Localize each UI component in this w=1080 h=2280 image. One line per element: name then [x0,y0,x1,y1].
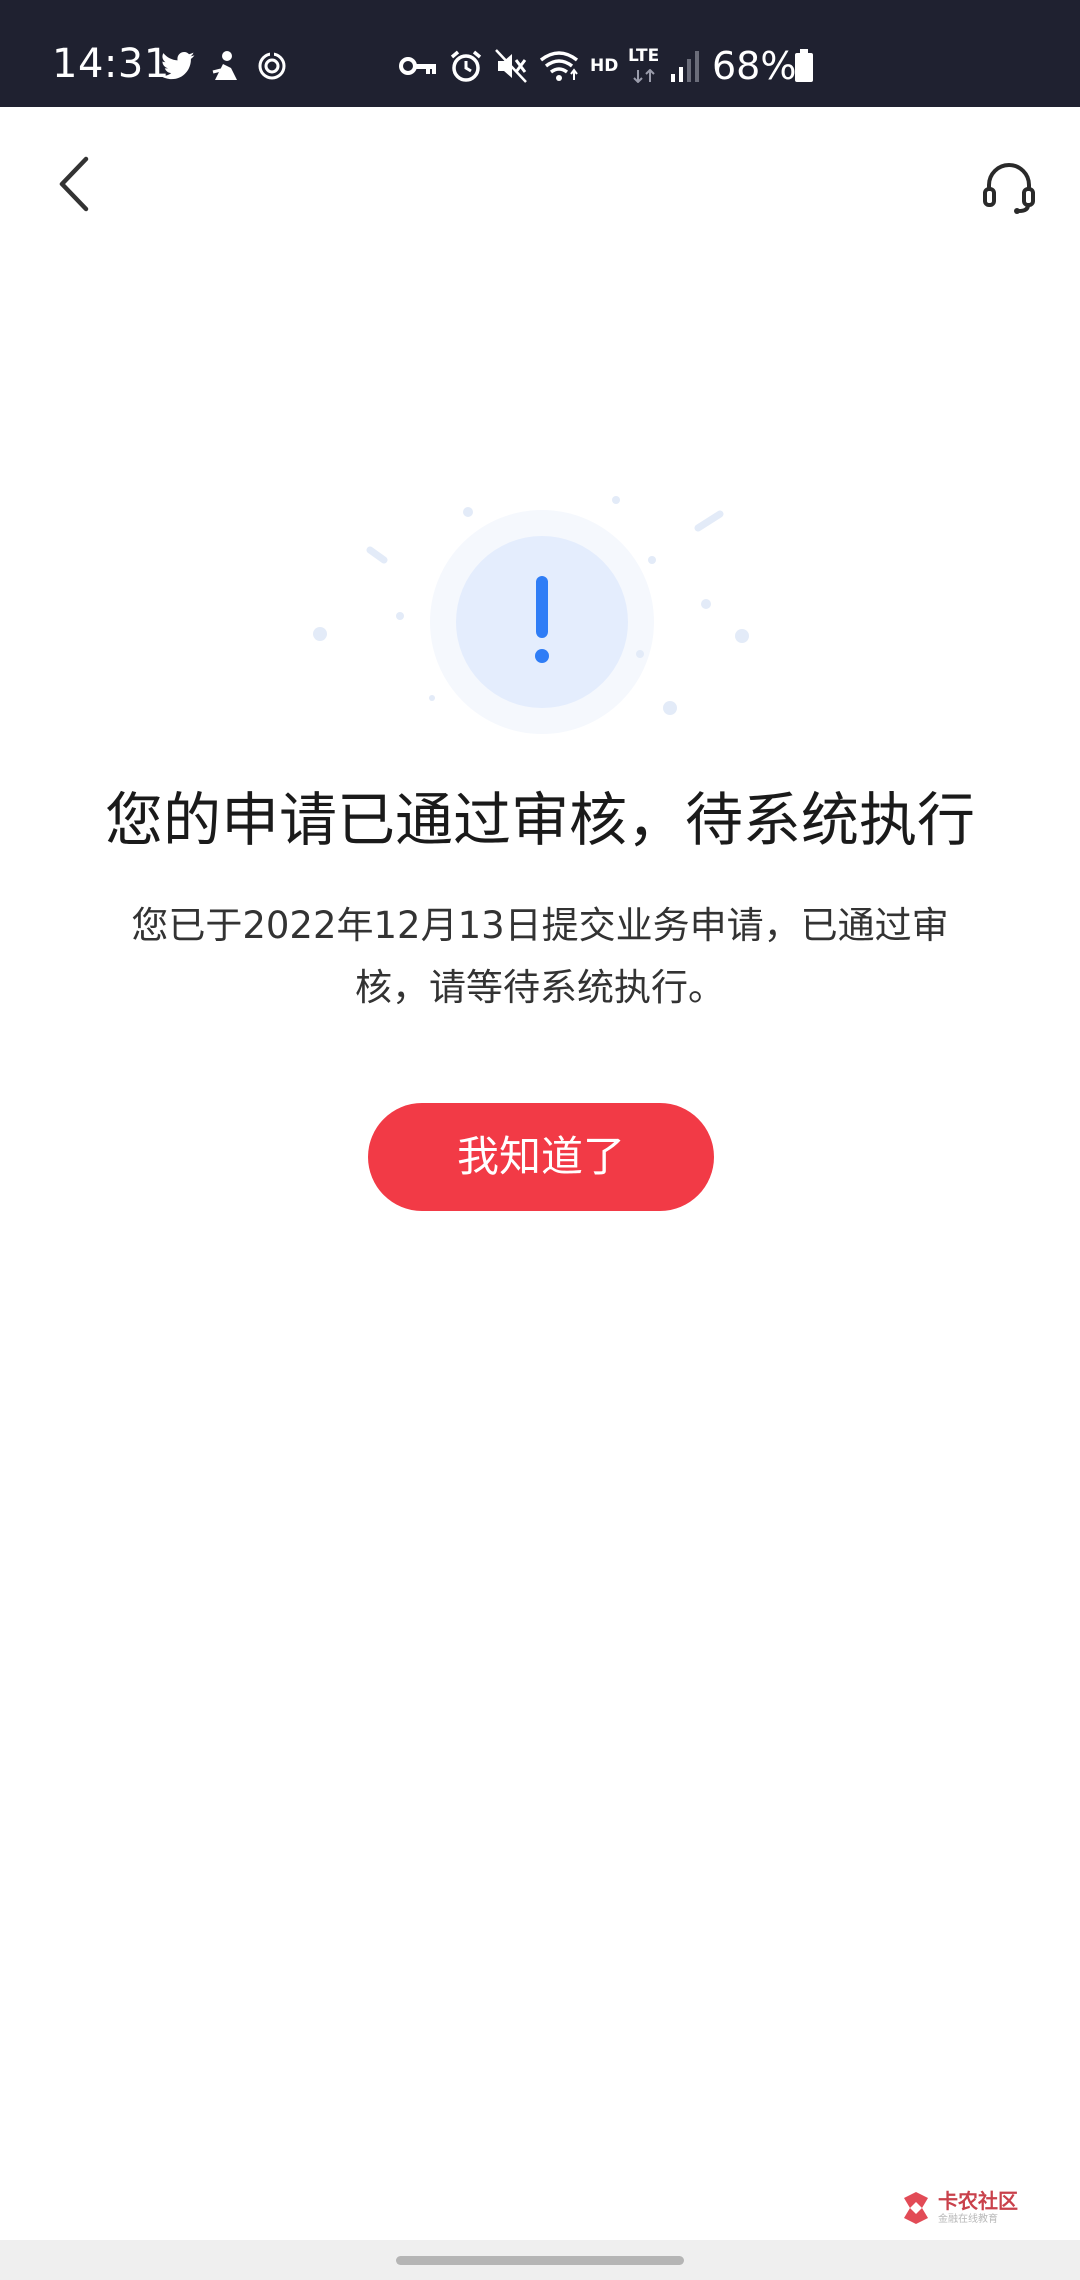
status-bar: 14:31 HD LTE 68% [0,0,1080,107]
twitter-icon [160,48,196,84]
home-indicator[interactable] [396,2256,684,2265]
result-description: 您已于2022年12月13日提交业务申请，已通过审核，请等待系统执行。 [131,904,949,1009]
battery-percent: 68% [712,44,797,88]
alarm-icon [448,48,484,84]
wifi-icon [538,48,580,84]
status-illustration [300,480,780,750]
data-arrows-icon [630,68,658,84]
status-time: 14:31 [52,41,170,87]
vpn-key-icon [398,48,438,84]
hd-indicator: HD [590,56,619,76]
battery-icon [792,48,816,84]
customer-service-button[interactable] [974,152,1044,222]
exclamation-icon [535,576,549,663]
app-screen: 14:31 HD LTE 68% 您的申请已通过审核，待系统执行 您已于2022… [0,0,1080,2280]
acknowledge-button[interactable]: 我知道了 [368,1103,714,1211]
headset-icon [983,163,1035,214]
result-title: 您的申请已通过审核，待系统执行 [104,786,975,854]
watermark-title: 卡农社区 [938,2189,1018,2213]
watermark: 卡农社区 金融在线教育 [898,2188,1028,2228]
chevron-left-icon [59,156,89,212]
app-notification-icon [210,48,240,84]
lte-indicator: LTE [628,46,660,66]
watermark-subtitle: 金融在线教育 [938,2214,998,2225]
signal-icon [668,48,702,84]
watermark-logo-icon [904,2192,928,2224]
back-button[interactable] [44,146,104,222]
sync-icon [256,48,288,84]
mute-icon [494,48,528,84]
